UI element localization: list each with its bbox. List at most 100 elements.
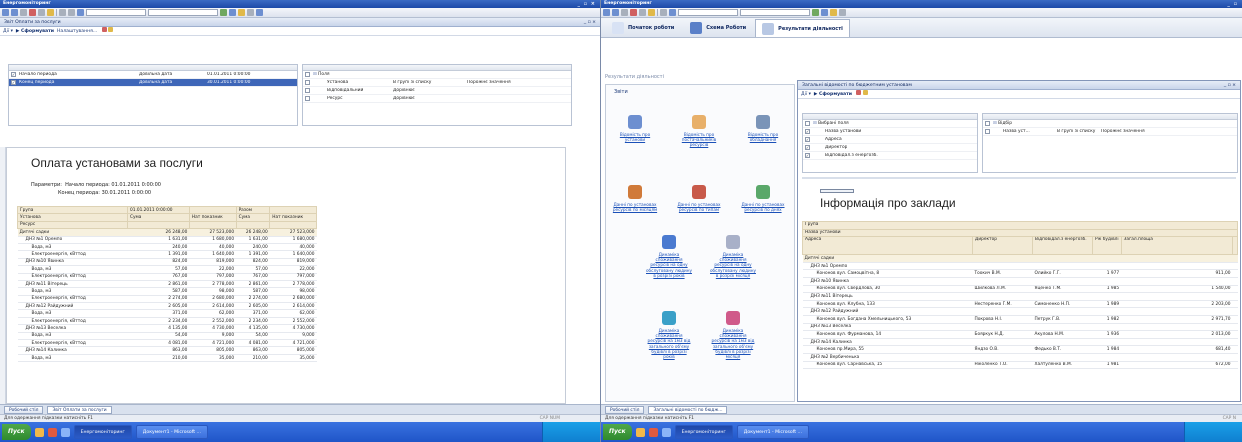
help-icon[interactable]: [830, 9, 837, 16]
left-task-word[interactable]: Документ1 - Microsoft ...: [135, 425, 208, 439]
clear-icon[interactable]: [101, 27, 107, 32]
report-link[interactable]: Динаміка споживання ресурсів на одну обс…: [710, 235, 756, 278]
report-link[interactable]: Відомість про постачальників ресурсів: [676, 115, 722, 148]
filter-row-checkbox[interactable]: [985, 129, 990, 134]
save-icon[interactable]: [621, 9, 628, 16]
quicklaunch-icon[interactable]: [34, 427, 44, 437]
calendar-icon[interactable]: [229, 9, 236, 16]
report-link[interactable]: Данні по установах ресурсів по днях: [740, 185, 786, 212]
fields-root-checkbox[interactable]: [305, 72, 310, 77]
find-icon[interactable]: [669, 9, 676, 16]
paste-icon[interactable]: [648, 9, 655, 16]
filter-root-row[interactable]: ⊟ Відбір: [983, 120, 1237, 128]
open-icon[interactable]: [612, 9, 619, 16]
selected-root-checkbox[interactable]: [805, 121, 810, 126]
clear-icon[interactable]: [856, 90, 862, 95]
paste-icon[interactable]: [47, 9, 54, 16]
expand-icon[interactable]: ⊟: [813, 121, 817, 126]
field-row[interactable]: Ресурс Дорівнює: [303, 95, 571, 103]
right-search-input[interactable]: [678, 9, 738, 16]
selected-field-checkbox[interactable]: ✓: [805, 137, 810, 142]
left-report-window-controls[interactable]: _ ▫ ×: [584, 18, 596, 27]
undo-icon[interactable]: [59, 9, 66, 16]
calc-icon[interactable]: [812, 9, 819, 16]
open-icon[interactable]: [11, 9, 18, 16]
right-wintab-desktop[interactable]: Робочий стіл: [605, 405, 645, 414]
splitter[interactable]: [802, 177, 1236, 179]
field-checkbox[interactable]: [305, 80, 310, 85]
selected-field-checkbox[interactable]: ✓: [805, 129, 810, 134]
cut-icon[interactable]: [630, 9, 637, 16]
fields-root-row[interactable]: ⊟ Поля: [303, 71, 571, 79]
filter-root-checkbox[interactable]: [985, 121, 990, 126]
info-window-controls[interactable]: _ ▫ ×: [1224, 81, 1236, 90]
save-icon[interactable]: [20, 9, 27, 16]
report-link[interactable]: Відомість про установи: [612, 115, 658, 142]
parameter-row[interactable]: ✓ Начало периода Довільна дата 01.01.2011 0…: [9, 71, 297, 79]
tab-start[interactable]: Початок роботи: [605, 19, 681, 37]
info-generate-button[interactable]: ▶ Сформувати: [814, 92, 852, 97]
left-wintab-report[interactable]: Звіт Оплати за послуги: [47, 405, 112, 414]
selected-field-row[interactable]: ✓ Адреса: [803, 136, 977, 144]
left-combo-input[interactable]: [148, 9, 218, 16]
tab-results[interactable]: Результати діяльності: [755, 19, 850, 37]
parameter-checkbox[interactable]: ✓: [11, 72, 16, 77]
cut-icon[interactable]: [29, 9, 36, 16]
quicklaunch-icon[interactable]: [635, 427, 645, 437]
parameter-row[interactable]: ✓ Конец периода Довільна дата 30.01.2011 0:…: [9, 79, 297, 87]
selected-field-checkbox[interactable]: ✓: [805, 153, 810, 158]
left-search-input[interactable]: [86, 9, 146, 16]
field-checkbox[interactable]: [305, 88, 310, 93]
redo-icon[interactable]: [68, 9, 75, 16]
generate-button[interactable]: ▶ Сформувати: [16, 29, 54, 34]
help-icon[interactable]: [238, 9, 245, 16]
calendar-icon[interactable]: [821, 9, 828, 16]
field-row[interactable]: Відповідальний Дорівнює: [303, 87, 571, 95]
calc-icon[interactable]: [220, 9, 227, 16]
expand-icon[interactable]: ⊟: [313, 72, 317, 77]
settings-button[interactable]: Налаштування...: [57, 29, 97, 34]
grid-icon[interactable]: [247, 9, 254, 16]
filter-row[interactable]: Назва уст... В групі зі списку Порожнє з…: [983, 128, 1237, 136]
left-window-controls[interactable]: _ ▫ ×: [577, 0, 596, 8]
selected-root-row[interactable]: ⊟ Вибрані поля: [803, 120, 977, 128]
parameter-checkbox[interactable]: ✓: [11, 80, 16, 85]
report-link[interactable]: Динаміка споживання ресурсів на одну обс…: [646, 235, 692, 278]
copy-icon[interactable]: [639, 9, 646, 16]
print-icon[interactable]: [108, 27, 114, 32]
right-task-word[interactable]: Документ1 - Microsoft ...: [736, 425, 809, 439]
parameter-value[interactable]: 01.01.2011 0:00:00: [207, 72, 277, 77]
table-icon[interactable]: [256, 9, 263, 16]
right-task-app[interactable]: Енергомоніторинг: [674, 425, 733, 439]
quicklaunch-icon[interactable]: [661, 427, 671, 437]
field-checkbox[interactable]: [305, 96, 310, 101]
right-wintab-report[interactable]: Загальні відомості по бюдж...: [648, 405, 728, 414]
undo-icon[interactable]: [660, 9, 667, 16]
report-link[interactable]: Відомість про обладнання: [740, 115, 786, 142]
right-window-controls[interactable]: _ ▫: [1227, 0, 1238, 8]
selected-field-row[interactable]: ✓ Назва установи: [803, 128, 977, 136]
quicklaunch-icon[interactable]: [648, 427, 658, 437]
right-combo-input[interactable]: [740, 9, 810, 16]
selected-field-row[interactable]: ✓ Відповідал.з енергозб.: [803, 152, 977, 160]
quicklaunch-icon[interactable]: [60, 427, 70, 437]
info-actions-menu[interactable]: Дії ▾: [801, 92, 811, 97]
left-start-button[interactable]: Пуск: [2, 424, 31, 440]
grid-icon[interactable]: [839, 9, 846, 16]
expand-icon[interactable]: ⊟: [993, 121, 997, 126]
copy-icon[interactable]: [38, 9, 45, 16]
report-link[interactable]: Динаміка споживання ресурсів на 1м3 від …: [646, 311, 692, 359]
parameter-value[interactable]: 30.01.2011 0:00:00: [207, 80, 277, 85]
report-link[interactable]: Динаміка споживання ресурсів на 1м3 від …: [710, 311, 756, 359]
right-start-button[interactable]: Пуск: [603, 424, 632, 440]
field-row[interactable]: Установа В групі зі списку Порожнє значенн…: [303, 79, 571, 87]
actions-menu[interactable]: Дії ▾: [3, 29, 13, 34]
report-link[interactable]: Данні по установах ресурсів по типам: [676, 185, 722, 212]
quicklaunch-icon[interactable]: [47, 427, 57, 437]
selected-field-checkbox[interactable]: ✓: [805, 145, 810, 150]
tab-scheme[interactable]: Схема Роботи: [683, 19, 753, 37]
print-icon[interactable]: [862, 90, 868, 95]
selected-field-row[interactable]: ✓ Директор: [803, 144, 977, 152]
report-link[interactable]: Данні по установах ресурсів по місяцям: [612, 185, 658, 212]
find-icon[interactable]: [77, 9, 84, 16]
